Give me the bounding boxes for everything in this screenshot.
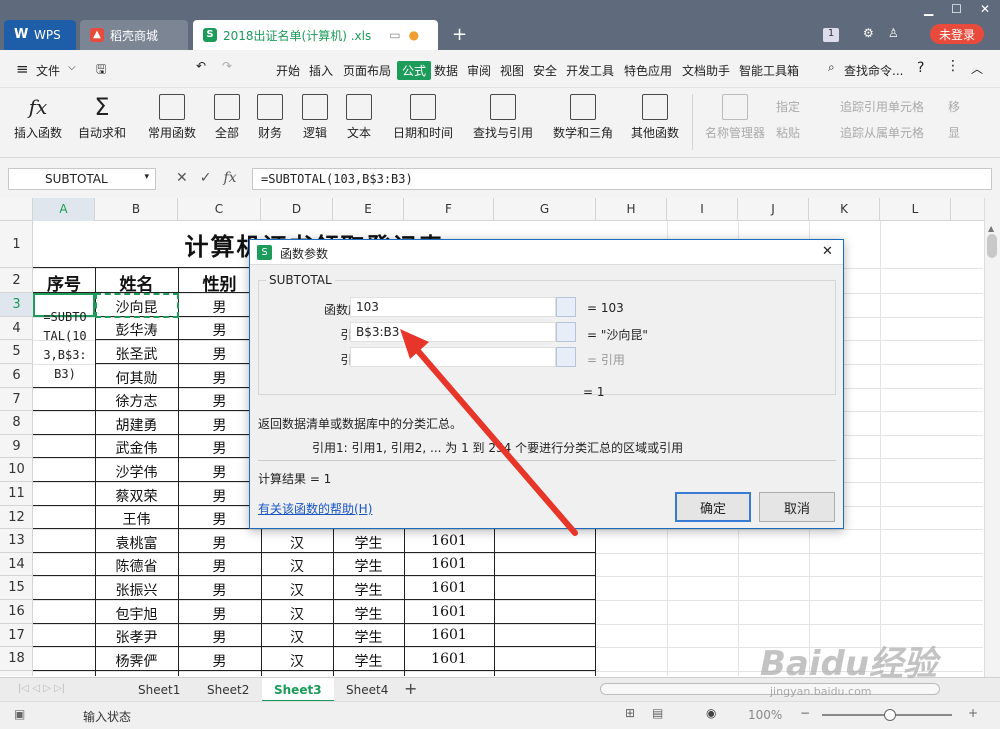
arrow-line [409,341,578,536]
annotation-arrow [400,329,578,536]
watermark-url: jingyan.baidu.com [770,685,872,698]
baidu-watermark: Baidu经验 [760,644,938,684]
